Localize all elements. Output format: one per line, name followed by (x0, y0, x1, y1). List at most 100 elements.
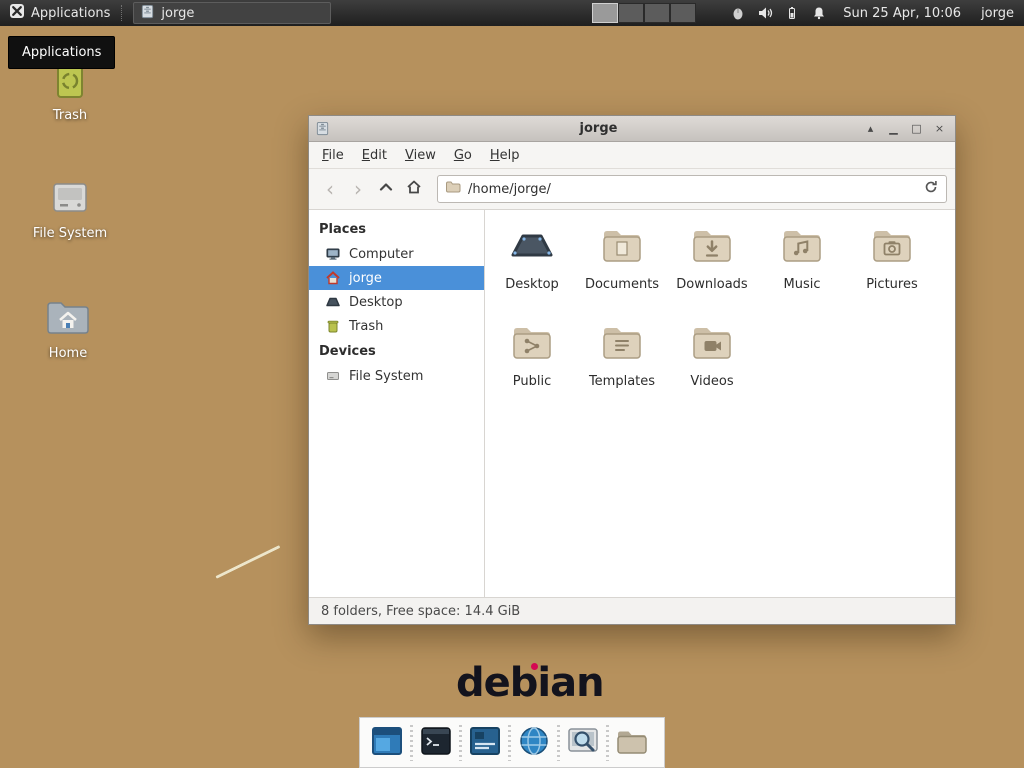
videos-folder-icon (688, 321, 736, 369)
path-entry[interactable]: /home/jorge/ (437, 175, 947, 203)
folder-videos[interactable]: Videos (667, 321, 757, 418)
desktop-icon-label: Home (49, 346, 87, 361)
bell-icon[interactable] (811, 5, 827, 21)
sidebar-item-jorge[interactable]: jorge (309, 266, 484, 290)
menu-go[interactable]: Go (445, 144, 481, 167)
panel-clock[interactable]: Sun 25 Apr, 10:06 (843, 6, 961, 21)
globe-icon (516, 723, 552, 763)
sidebar-item-label: Trash (349, 319, 383, 334)
chevron-left-icon: ‹ (326, 179, 334, 199)
menu-file[interactable]: File (313, 144, 353, 167)
sidebar-item-label: jorge (349, 271, 382, 286)
public-folder-icon (508, 321, 556, 369)
desktop-surface-icon (508, 224, 556, 272)
battery-icon[interactable] (784, 5, 800, 21)
mouse-icon[interactable] (730, 5, 746, 21)
menu-view[interactable]: View (396, 144, 445, 167)
dock-show-desktop[interactable] (367, 723, 407, 763)
desktop-icon-label: File System (33, 226, 107, 241)
folder-documents[interactable]: Documents (577, 224, 667, 321)
workspace-3[interactable] (644, 3, 670, 23)
applications-menu-button[interactable]: Applications (0, 0, 119, 26)
back-button[interactable]: ‹ (317, 176, 343, 202)
window-content: Places Computer jorge (309, 210, 955, 597)
folder-label: Documents (585, 277, 659, 292)
workspace-2[interactable] (618, 3, 644, 23)
menu-help[interactable]: Help (481, 144, 529, 167)
file-grid: Desktop Documents Downloads (485, 210, 955, 597)
titlebar[interactable]: jorge ▴ ▁ □ × (309, 116, 955, 142)
sidebar-item-desktop[interactable]: Desktop (309, 290, 484, 314)
folder-pictures[interactable]: Pictures (847, 224, 937, 321)
dock-separator (410, 725, 413, 761)
workspace-switcher (592, 3, 696, 23)
desktop-icon-home[interactable]: Home (16, 292, 120, 361)
chevron-right-icon: › (354, 179, 362, 199)
folder-label: Pictures (866, 277, 917, 292)
menubar: File Edit View Go Help (309, 142, 955, 169)
dock-terminal[interactable] (416, 723, 456, 763)
pictures-folder-icon (868, 224, 916, 272)
close-button[interactable]: × (930, 120, 949, 138)
desktop-icon-file-system[interactable]: File System (18, 172, 122, 241)
sidebar-item-computer[interactable]: Computer (309, 242, 484, 266)
documents-folder-icon (598, 224, 646, 272)
templates-folder-icon (598, 321, 646, 369)
window-controls: ▴ ▁ □ × (861, 120, 949, 138)
sidebar-item-label: Computer (349, 247, 414, 262)
tooltip-text: Applications (22, 45, 101, 60)
places-header: Places (309, 216, 484, 242)
top-panel: Applications jorge (0, 0, 1024, 26)
folder-templates[interactable]: Templates (577, 321, 667, 418)
file-manager-window: jorge ▴ ▁ □ × File Edit View Go Help ‹ › (308, 115, 956, 625)
home-button[interactable] (401, 176, 427, 202)
chevron-up-icon (377, 178, 395, 200)
maximize-button[interactable]: □ (907, 120, 926, 138)
debian-logo-dot (531, 663, 538, 670)
folder-desktop[interactable]: Desktop (487, 224, 577, 321)
dock-terminal-alt[interactable] (465, 723, 505, 763)
forward-button[interactable]: › (345, 176, 371, 202)
sidebar-item-label: File System (349, 369, 423, 384)
home-icon (405, 178, 423, 200)
computer-icon (325, 246, 341, 262)
trash-small-icon (325, 318, 341, 334)
folder-downloads[interactable]: Downloads (667, 224, 757, 321)
downloads-folder-icon (688, 224, 736, 272)
terminal-alt-icon (467, 723, 503, 763)
show-desktop-icon (369, 723, 405, 763)
up-button[interactable] (373, 176, 399, 202)
folder-public[interactable]: Public (487, 321, 577, 418)
home-folder-icon (45, 292, 91, 338)
reload-icon (923, 179, 939, 199)
path-value: /home/jorge/ (468, 182, 551, 197)
dock-web-browser[interactable] (514, 723, 554, 763)
tooltip: Applications (8, 36, 115, 69)
reload-button[interactable] (923, 179, 939, 199)
statusbar: 8 folders, Free space: 14.4 GiB (309, 597, 955, 624)
folder-label: Desktop (505, 277, 559, 292)
dock-separator (459, 725, 462, 761)
folder-label: Videos (690, 374, 733, 389)
home-red-icon (325, 270, 341, 286)
sidebar-item-file-system[interactable]: File System (309, 364, 484, 388)
debian-logo-text: debian (456, 660, 604, 706)
taskbar-window-button[interactable]: jorge (133, 2, 331, 24)
menu-edit[interactable]: Edit (353, 144, 396, 167)
system-tray (730, 5, 827, 21)
dock-separator (606, 725, 609, 761)
folder-music[interactable]: Music (757, 224, 847, 321)
workspace-1[interactable] (592, 3, 618, 23)
panel-username[interactable]: jorge (981, 6, 1014, 21)
volume-icon[interactable] (757, 5, 773, 21)
dock-app-finder[interactable] (563, 723, 603, 763)
applications-menu-label: Applications (31, 6, 110, 21)
folder-label: Music (784, 277, 821, 292)
sidebar-item-trash[interactable]: Trash (309, 314, 484, 338)
drive-small-icon (325, 368, 341, 384)
workspace-4[interactable] (670, 3, 696, 23)
wallpaper-line-artifact (215, 545, 280, 579)
minimize-button[interactable]: ▁ (884, 120, 903, 138)
shade-button[interactable]: ▴ (861, 120, 880, 138)
dock-file-manager[interactable] (612, 723, 652, 763)
